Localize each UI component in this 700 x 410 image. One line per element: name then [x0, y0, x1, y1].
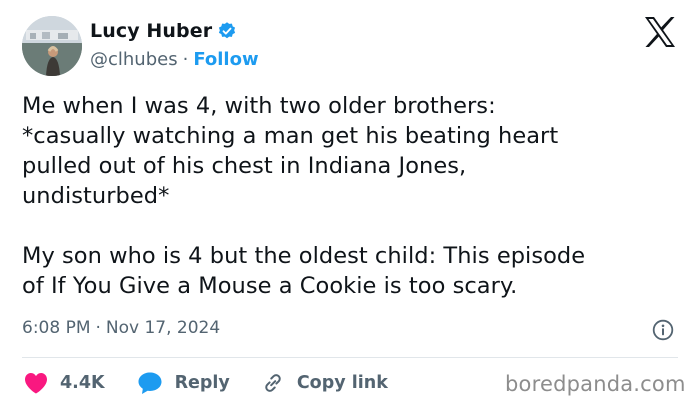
- author-name[interactable]: Lucy Huber: [90, 20, 212, 42]
- handle-separator: ·: [182, 49, 189, 70]
- reply-label: Reply: [174, 373, 230, 393]
- reply-button[interactable]: Reply: [137, 371, 230, 395]
- speech-bubble-icon: [138, 372, 162, 394]
- tweet-text: Me when I was 4, with two older brothers…: [22, 93, 586, 299]
- link-icon: [265, 374, 281, 392]
- author-handle[interactable]: @clhubes: [90, 49, 178, 70]
- like-count: 4.4K: [60, 373, 105, 393]
- tweet-time: 6:08 PM: [22, 318, 91, 338]
- verified-badge-icon: [219, 22, 236, 39]
- tweet-actions: 4.4K Reply Copy link: [24, 370, 388, 396]
- divider: [22, 357, 678, 358]
- info-icon[interactable]: [652, 319, 674, 341]
- x-logo-icon[interactable]: [644, 17, 676, 47]
- copy-link-label: Copy link: [296, 373, 388, 393]
- tweet-timestamp[interactable]: 6:08 PM · Nov 17, 2024: [22, 318, 220, 338]
- timestamp-separator: ·: [95, 318, 101, 338]
- follow-button[interactable]: Follow: [193, 49, 258, 70]
- tweet-date: Nov 17, 2024: [105, 318, 221, 338]
- like-button[interactable]: 4.4K: [24, 372, 105, 394]
- author-name-row: Lucy Huber: [90, 20, 237, 42]
- copy-link-button[interactable]: Copy link: [261, 371, 388, 395]
- watermark: boredpanda.com: [505, 372, 686, 396]
- avatar[interactable]: [22, 16, 82, 76]
- author-handle-row: @clhubes · Follow: [90, 49, 259, 70]
- heart-icon: [25, 373, 47, 394]
- tweet-card: Lucy Huber @clhubes · Follow Me when I w…: [0, 0, 700, 410]
